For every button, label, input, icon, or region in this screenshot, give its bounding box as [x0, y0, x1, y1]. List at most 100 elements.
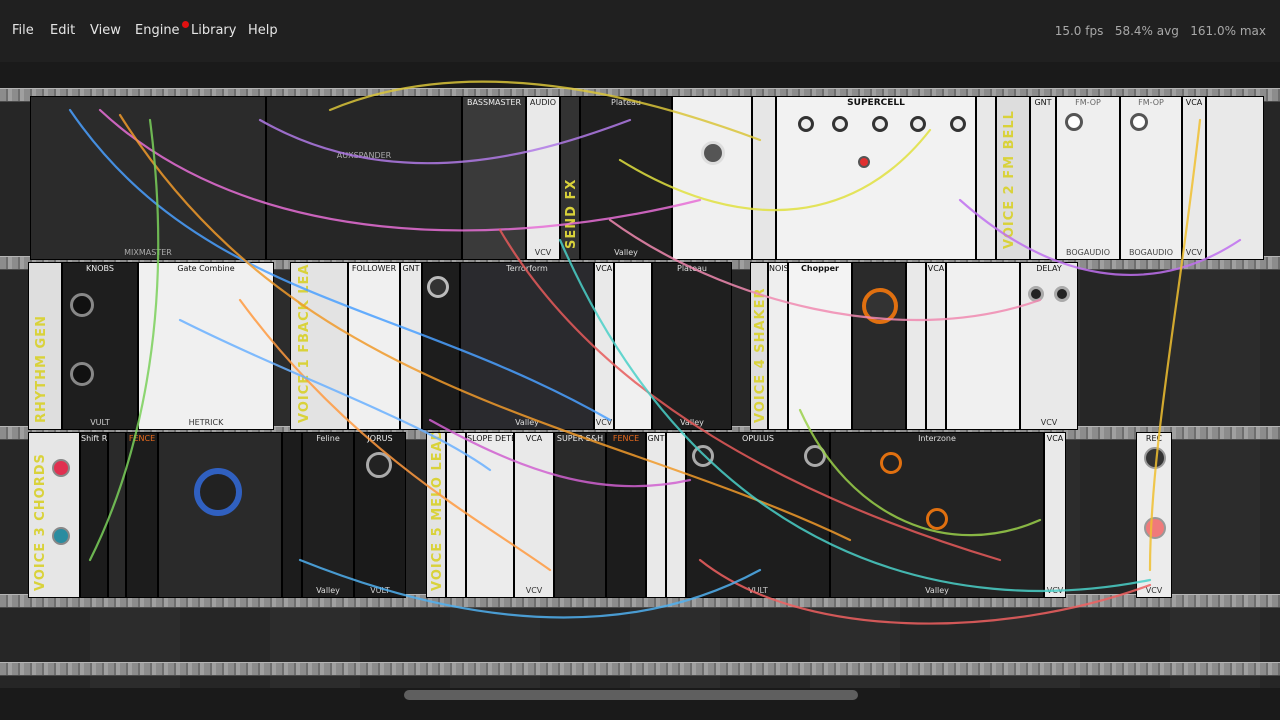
knob[interactable] [1065, 113, 1083, 131]
performance-stats: 15.0 fps 58.4% avg 161.0% max [1055, 22, 1266, 40]
row-label-voice-3: VOICE 3 CHORDS [33, 453, 48, 591]
module-small-utility-5[interactable] [282, 432, 302, 598]
module-title-delay: DELAY [1036, 264, 1062, 273]
module-audio[interactable]: AUDIO VCV [526, 96, 560, 260]
knob[interactable] [70, 293, 94, 317]
module-plateau-2[interactable]: Plateau Valley [652, 262, 732, 430]
module-terrorform[interactable]: Terrorform Valley [460, 262, 594, 430]
module-small-utility-3[interactable] [614, 262, 652, 430]
module-title-opulus: OPULUS [742, 434, 774, 443]
module-small-utility-7[interactable] [666, 432, 686, 598]
menu-library[interactable]: Library [191, 22, 236, 40]
scrollbar-thumb[interactable] [404, 690, 858, 700]
rec-button[interactable] [1144, 517, 1166, 539]
knob[interactable] [950, 116, 966, 132]
horizontal-scrollbar[interactable] [0, 688, 1280, 702]
knob[interactable] [1130, 113, 1148, 131]
knob[interactable] [872, 116, 888, 132]
module-brand-vca-5: VCV [1046, 586, 1064, 595]
knob[interactable] [926, 508, 948, 530]
module-follower[interactable]: FOLLOWER [348, 262, 400, 430]
module-gate-combine[interactable]: Gate Combine HETRICK [138, 262, 274, 430]
module-pink-oscillator[interactable] [672, 96, 752, 260]
knob[interactable] [862, 288, 898, 324]
module-title-super-sh: SUPER S&H [556, 434, 604, 443]
module-title-chopper: Chopper [801, 264, 839, 273]
knob[interactable] [427, 276, 449, 298]
module-knobs[interactable]: KNOBS VULT [62, 262, 138, 430]
knob[interactable] [52, 459, 70, 477]
module-mixmaster[interactable]: MIXMASTER [30, 96, 266, 260]
module-label-voice3[interactable]: VOICE 3 CHORDS [28, 432, 80, 598]
module-title-mixmaster-label [31, 99, 265, 109]
module-small-utility-6[interactable] [446, 432, 466, 598]
row-label-send-fx: SEND FX [564, 178, 579, 249]
module-label-send-fx[interactable]: SEND FX [560, 96, 580, 260]
module-title-slope-detector: SLOPE DETECTOR [467, 434, 513, 443]
module-label-voice5[interactable]: VOICE 5 MELO LEAD [426, 432, 446, 598]
module-label-voice2[interactable]: VOICE 2 FM BELL [996, 96, 1030, 260]
module-title-audio: AUDIO [529, 98, 557, 107]
menu-help[interactable]: Help [248, 22, 278, 40]
module-small-utility[interactable] [752, 96, 776, 260]
menu-bar: File Edit View Engine Library Help 15.0 … [0, 0, 1280, 62]
knob[interactable] [832, 116, 848, 132]
module-brand-vca: VCV [1185, 248, 1203, 257]
module-super-sh[interactable]: SUPER S&H [554, 432, 606, 598]
module-delay[interactable]: DELAY VCV [1020, 262, 1078, 430]
module-brand-vca-2: VCV [595, 418, 613, 427]
module-nois[interactable]: NOIS [768, 262, 788, 430]
module-auxspander[interactable]: AUXSPANDER [266, 96, 462, 260]
module-gnt[interactable]: GNT [1030, 96, 1056, 260]
module-mixer[interactable] [946, 262, 1020, 430]
module-title-jorus: JORUS [367, 434, 393, 443]
module-gnt-3[interactable]: GNT [646, 432, 666, 598]
knob[interactable] [804, 445, 826, 467]
knob[interactable] [366, 452, 392, 478]
knob[interactable] [52, 527, 70, 545]
knob[interactable] [194, 468, 242, 516]
menu-engine[interactable]: Engine [135, 22, 180, 40]
module-bassmaster[interactable]: BASSMASTER [462, 96, 526, 260]
module-gnt-2[interactable]: GNT [400, 262, 422, 430]
module-title-gnt: GNT [1034, 98, 1052, 107]
module-fence-2[interactable]: FENCE [606, 432, 646, 598]
module-label-voice1[interactable]: VOICE 1 FBACK LEAD [290, 262, 348, 430]
module-label-rhythm-gen[interactable]: RHYTHM GEN [28, 262, 62, 430]
knob[interactable] [910, 116, 926, 132]
module-plateau[interactable]: Plateau Valley [580, 96, 672, 260]
module-fence[interactable]: FENCE [126, 432, 158, 598]
module-mix-small[interactable] [906, 262, 926, 430]
module-vca-3[interactable]: VCA [926, 262, 946, 430]
module-label-voice4[interactable]: VOICE 4 SHAKER [750, 262, 768, 430]
knob[interactable] [880, 452, 902, 474]
knob[interactable] [692, 445, 714, 467]
rec-gain-knob[interactable] [1144, 447, 1166, 469]
module-title-vca-3: VCA [927, 264, 945, 273]
knob[interactable] [1028, 286, 1044, 302]
module-vca-5[interactable]: VCA VCV [1044, 432, 1066, 598]
module-shift-register[interactable]: Shift Register [80, 432, 108, 598]
module-slope-detector[interactable]: SLOPE DETECTOR [466, 432, 514, 598]
module-chopper[interactable]: Chopper [788, 262, 852, 430]
module-rec[interactable]: REC VCV [1136, 432, 1172, 598]
module-vca-2[interactable]: VCA VCV [594, 262, 614, 430]
module-vca[interactable]: VCA VCV [1182, 96, 1206, 260]
rack-rail [0, 662, 1280, 676]
knob[interactable] [70, 362, 94, 386]
module-vca-4[interactable]: VCA VCV [514, 432, 554, 598]
module-feline[interactable]: Feline Valley [302, 432, 354, 598]
module-small-utility-2[interactable] [976, 96, 996, 260]
knob[interactable] [701, 141, 725, 165]
module-mixer-small[interactable] [1206, 96, 1264, 260]
knob[interactable] [1054, 286, 1070, 302]
knob[interactable] [798, 116, 814, 132]
module-title-shift-register: Shift Register [81, 434, 107, 443]
module-small-utility-4[interactable] [108, 432, 126, 598]
knob[interactable] [858, 156, 870, 168]
menu-edit[interactable]: Edit [50, 22, 75, 40]
menu-file[interactable]: File [12, 22, 34, 40]
menu-view[interactable]: View [90, 22, 121, 40]
module-brand-mixmaster: MIXMASTER [124, 248, 172, 257]
module-brand-auxspander: AUXSPANDER [336, 151, 392, 160]
